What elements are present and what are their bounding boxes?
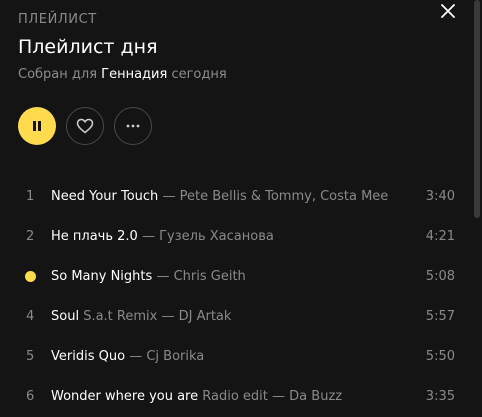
subtitle-prefix: Собран для [18,67,98,82]
track-version: S.a.t Remix [83,309,158,324]
track-artist[interactable]: Chris Geith [174,269,246,284]
track-separator: — [129,349,143,364]
track-list: 1 Need Your Touch — Pete Bellis & Tommy,… [0,176,470,416]
track-artist[interactable]: Cj Borika [146,349,204,364]
pause-icon [33,121,41,131]
track-separator: — [141,229,155,244]
track-row[interactable]: 6 Wonder where you are Radio edit — Da B… [0,376,470,416]
track-version: Radio edit [202,389,268,404]
track-duration: 5:57 [425,309,455,324]
track-separator: — [162,189,176,204]
playing-indicator [25,271,36,282]
track-title[interactable]: Wonder where you are [51,389,198,404]
track-number: 4 [26,309,35,324]
subtitle-user[interactable]: Геннадия [101,67,167,82]
close-button[interactable] [436,0,460,22]
more-button[interactable] [114,107,152,145]
close-icon [441,4,455,18]
track-artist[interactable]: DJ Artak [179,309,232,324]
track-duration: 3:35 [425,389,455,404]
playlist-subtitle: Собран для Геннадия сегодня [18,67,227,82]
track-separator: — [161,309,175,324]
track-duration: 3:40 [425,189,455,204]
track-duration: 4:21 [425,229,455,244]
track-title[interactable]: Soul [51,309,79,324]
pause-button[interactable] [18,107,56,145]
track-row[interactable]: 5 Veridis Quo — Cj Borika 5:50 [0,336,470,376]
track-number: 1 [26,189,35,204]
track-duration: 5:50 [425,349,455,364]
track-title[interactable]: Не плачь 2.0 [51,229,138,244]
track-artist[interactable]: Pete Bellis & Tommy, Costa Mee [180,189,389,204]
track-row-playing[interactable]: So Many Nights — Chris Geith 5:08 [0,256,470,296]
track-title[interactable]: Veridis Quo [51,349,125,364]
track-row[interactable]: 1 Need Your Touch — Pete Bellis & Tommy,… [0,176,470,216]
track-number: 6 [26,389,35,404]
subtitle-suffix: сегодня [171,67,227,82]
track-duration: 5:08 [425,269,455,284]
track-row[interactable]: 2 Не плачь 2.0 — Гузель Хасанова 4:21 [0,216,470,256]
track-separator: — [156,269,170,284]
like-button[interactable] [66,107,104,145]
track-separator: — [272,389,286,404]
track-artist[interactable]: Da Buzz [289,389,342,404]
track-title[interactable]: So Many Nights [51,269,152,284]
more-icon [126,124,140,128]
track-number: 2 [26,229,35,244]
heart-icon [76,118,94,134]
playlist-title: Плейлист дня [18,36,158,58]
track-number: 5 [26,349,35,364]
track-title[interactable]: Need Your Touch [51,189,158,204]
playlist-controls [18,107,152,145]
track-artist[interactable]: Гузель Хасанова [159,229,274,244]
track-row[interactable]: 4 Soul S.a.t Remix — DJ Artak 5:57 [0,296,470,336]
scrollbar-thumb[interactable] [474,0,480,218]
section-label: ПЛЕЙЛИСТ [18,12,97,27]
